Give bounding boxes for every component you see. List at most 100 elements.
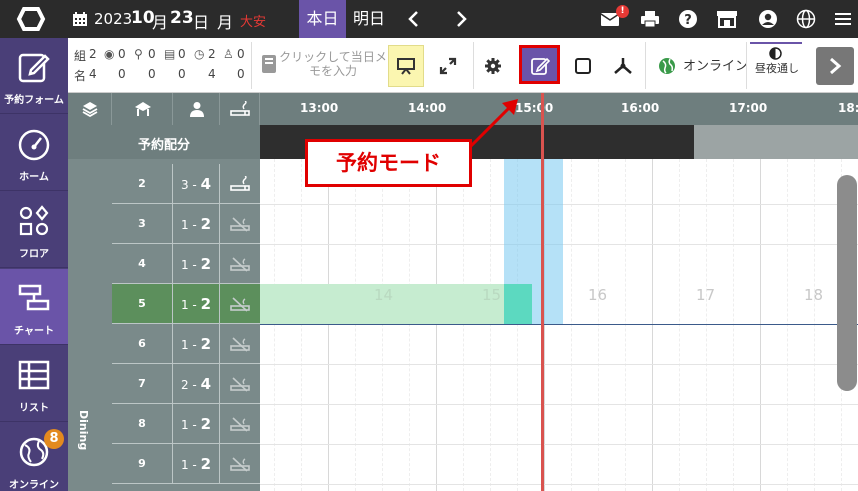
row-divider xyxy=(260,404,858,405)
sidebar-item-floor[interactable]: フロア xyxy=(0,192,68,268)
sidebar-item-home[interactable]: ホーム xyxy=(0,115,68,191)
grid-line xyxy=(328,159,329,491)
table-row[interactable]: 6 1 - 2 xyxy=(112,324,260,364)
day-unit-text: 日 xyxy=(193,13,210,32)
language-icon[interactable] xyxy=(796,9,816,29)
grid-line xyxy=(274,159,275,491)
settings-button[interactable] xyxy=(475,45,511,87)
table-number: 5 xyxy=(112,284,173,324)
table-number: 9 xyxy=(112,444,173,484)
allocation-row: 予約配分 xyxy=(68,125,260,159)
gear-icon xyxy=(485,58,501,74)
stat-value: 0 xyxy=(148,67,156,81)
sidebar-item-list[interactable]: リスト xyxy=(0,346,68,422)
row-divider xyxy=(260,324,858,325)
row-divider xyxy=(260,444,858,445)
chart-icon xyxy=(18,284,50,311)
person-icon xyxy=(190,102,204,117)
online-globe-icon xyxy=(659,58,675,74)
scroll-right-button[interactable] xyxy=(816,47,854,85)
table-capacity: 1 - 2 xyxy=(173,204,220,244)
calendar-icon[interactable] xyxy=(72,11,88,27)
table-row[interactable]: 2 3 - 4 xyxy=(112,164,260,204)
grid-line xyxy=(733,159,734,491)
sidebar: 予約フォーム ホーム フロア チャート リスト 8 オンライン xyxy=(0,38,68,491)
current-time-line xyxy=(541,93,544,159)
grid-line xyxy=(787,159,788,491)
divider xyxy=(746,42,747,89)
logo-icon[interactable] xyxy=(15,5,47,33)
stat-value: 0 xyxy=(178,67,186,81)
table-row[interactable]: 3 1 - 2 xyxy=(112,204,260,244)
account-icon[interactable] xyxy=(758,9,778,29)
merge-tables-button[interactable] xyxy=(605,45,641,87)
table-row[interactable]: 7 2 - 4 xyxy=(112,364,260,404)
table-type-column[interactable] xyxy=(112,93,173,125)
smoking-column[interactable] xyxy=(220,93,260,125)
mail-badge: ! xyxy=(616,5,629,18)
divider xyxy=(645,42,646,89)
ghost-hour-label: 14 xyxy=(374,286,394,304)
grid-line xyxy=(598,159,599,491)
no-smoking-icon xyxy=(230,377,250,392)
groups-count: 2 xyxy=(89,47,97,61)
grid-line xyxy=(436,159,437,491)
today-button[interactable]: 本日 xyxy=(299,0,346,38)
timeline-grid[interactable]: 14 15 16 17 18 xyxy=(260,159,858,491)
grid-line xyxy=(760,159,761,491)
dashboard-icon xyxy=(18,129,50,161)
stat-value: 0 xyxy=(118,47,126,61)
vertical-scrollbar[interactable] xyxy=(837,175,857,391)
board-view-button[interactable] xyxy=(388,45,424,87)
stat-value: 4 xyxy=(208,67,216,81)
grid-line xyxy=(706,159,707,491)
table-capacity: 1 - 2 xyxy=(173,244,220,284)
area-label: Dining xyxy=(77,410,90,451)
grid-line xyxy=(652,159,653,491)
grid-line xyxy=(490,159,491,491)
prev-day-icon[interactable] xyxy=(404,9,424,29)
current-time-line xyxy=(541,159,544,491)
next-day-icon[interactable] xyxy=(451,9,471,29)
no-smoking-icon xyxy=(230,337,250,352)
table-type-icon xyxy=(135,102,151,116)
sidebar-item-reservation-form[interactable]: 予約フォーム xyxy=(0,38,68,114)
edit-form-icon xyxy=(18,53,50,83)
menu-icon[interactable] xyxy=(833,9,853,29)
table-number: 4 xyxy=(112,244,173,284)
store-icon[interactable] xyxy=(716,9,738,29)
tomorrow-button[interactable]: 明日 xyxy=(348,0,390,38)
grid-line xyxy=(355,159,356,491)
merge-icon xyxy=(614,58,632,74)
clock-icon: ◷ xyxy=(194,47,205,61)
sidebar-item-chart[interactable]: チャート xyxy=(0,269,68,345)
capacity-column[interactable] xyxy=(173,93,220,125)
grid-line xyxy=(679,159,680,491)
time-label: 16:00 xyxy=(621,101,660,115)
fullscreen-button[interactable] xyxy=(430,45,466,87)
ghost-hour-label: 15 xyxy=(482,286,502,304)
grid-line xyxy=(625,159,626,491)
grid-line xyxy=(814,159,815,491)
print-icon[interactable] xyxy=(640,9,660,29)
day-night-label: 昼夜通し xyxy=(755,62,799,75)
table-row[interactable]: 4 1 - 2 xyxy=(112,244,260,284)
table-number: 6 xyxy=(112,324,173,364)
sidebar-item-online[interactable]: 8 オンライン xyxy=(0,423,68,491)
help-icon[interactable]: ? xyxy=(678,9,698,29)
table-row[interactable]: 8 1 - 2 xyxy=(112,404,260,444)
day-night-toggle[interactable]: 昼夜通し xyxy=(750,42,802,90)
table-number: 8 xyxy=(112,404,173,444)
reservation-mode-button[interactable] xyxy=(519,45,560,84)
table-row[interactable]: 9 1 - 2 xyxy=(112,444,260,484)
toolbar: 組 2 名 4 ◉ 0 0 ⚲ 0 0 ▤ 0 0 ◷ 2 4 ♙ 0 0 クリ… xyxy=(68,38,858,93)
edit-icon xyxy=(531,57,550,75)
select-mode-button[interactable] xyxy=(565,45,601,87)
layers-column[interactable] xyxy=(68,93,112,125)
online-status-text[interactable]: オンライン xyxy=(683,55,748,74)
day-text: 23 xyxy=(170,8,194,28)
grid-line xyxy=(409,159,410,491)
table-row[interactable]: 5 1 - 2 xyxy=(112,284,260,324)
allocation-label: 予約配分 xyxy=(138,138,191,153)
ghost-hour-label: 16 xyxy=(588,286,608,304)
